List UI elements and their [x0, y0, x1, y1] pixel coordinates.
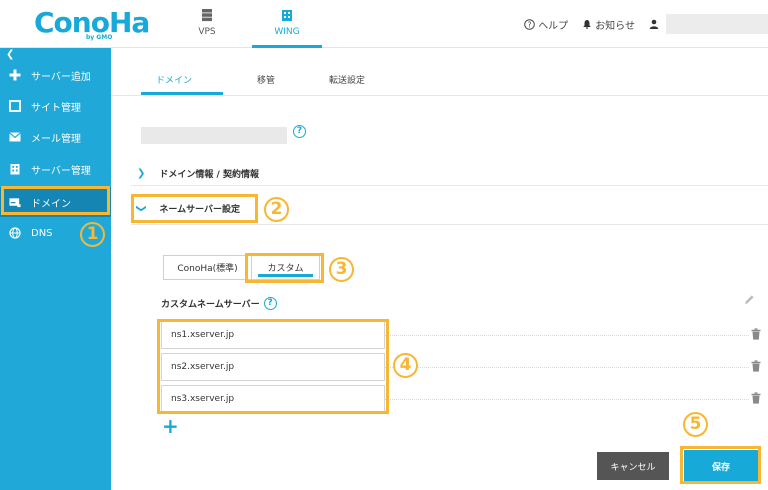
user-icon [649, 19, 659, 29]
highlight-nameserver-section [131, 194, 258, 223]
notice-label: お知らせ [595, 20, 635, 32]
sidebar-item-server[interactable]: サーバー管理 [0, 154, 111, 184]
plus-icon [9, 69, 21, 81]
header-right: ? ヘルプ お知らせ [524, 0, 768, 48]
notice-link[interactable]: お知らせ [582, 17, 635, 32]
tab-transfer[interactable]: 移管 [257, 73, 275, 86]
help-link[interactable]: ? ヘルプ [524, 17, 568, 32]
server-icon [202, 9, 212, 22]
nav-vps[interactable]: VPS [172, 0, 242, 48]
nav-wing-label: WING [274, 27, 300, 37]
row-guide [385, 367, 749, 368]
building-icon [9, 163, 21, 175]
step-badge-3: 3 [329, 257, 354, 282]
sidebar-item-label: サーバー追加 [31, 71, 91, 83]
domain-tabs: ドメイン 移管 転送設定 [111, 48, 768, 96]
sidebar: ❮ サーバー追加 サイト管理 メール管理 サーバー管理 ドメイン DNS [0, 48, 111, 490]
section-domain-info[interactable]: ❯ ドメイン情報 / 契約情報 [131, 165, 768, 181]
nav-vps-label: VPS [198, 27, 216, 37]
highlight-save-button [680, 446, 761, 484]
logo-sub-text: by GMO [86, 34, 113, 41]
trash-icon[interactable] [751, 392, 761, 404]
tab-active-indicator [141, 92, 223, 95]
help-icon: ? [524, 18, 535, 30]
top-header: ConoHa by GMO VPS WING ? ヘルプ お知らせ [0, 0, 768, 48]
chevron-left-icon[interactable]: ❮ [6, 50, 14, 60]
highlight-custom-button [245, 253, 324, 283]
main-content: ドメイン 移管 転送設定 ? ❯ ドメイン情報 / 契約情報 ❯ ネームサーバー… [111, 48, 768, 490]
section-domain-info-label: ドメイン情報 / 契約情報 [159, 169, 259, 180]
sidebar-item-site[interactable]: サイト管理 [0, 91, 111, 121]
mail-icon [9, 131, 21, 143]
trash-icon[interactable] [751, 328, 761, 340]
window-icon [9, 100, 21, 112]
user-name-box [666, 14, 768, 34]
tab-domain[interactable]: ドメイン [156, 73, 192, 86]
help-label: ヘルプ [538, 20, 569, 32]
step-badge-5: 5 [683, 412, 708, 437]
cancel-button[interactable]: キャンセル [597, 452, 669, 480]
user-menu[interactable] [649, 14, 768, 34]
row-guide [385, 335, 749, 336]
custom-ns-label: カスタムネームサーバー [161, 300, 260, 310]
step-badge-1: 1 [80, 222, 105, 247]
highlight-domain-menu [1, 186, 110, 215]
sidebar-item-label: サーバー管理 [31, 165, 91, 177]
nav-wing[interactable]: WING [252, 0, 322, 48]
bell-icon [583, 20, 591, 29]
add-nameserver-button[interactable]: + [162, 416, 179, 436]
sidebar-item-add-server[interactable]: サーバー追加 [0, 60, 111, 90]
building-icon [282, 10, 292, 21]
globe-icon [9, 227, 21, 239]
trash-icon[interactable] [751, 360, 761, 372]
sidebar-item-label: DNS [31, 227, 53, 239]
tab-forward[interactable]: 転送設定 [329, 73, 365, 86]
domain-name-placeholder [141, 127, 287, 144]
divider [131, 224, 768, 225]
help-icon[interactable]: ? [263, 297, 277, 310]
help-icon[interactable]: ? [293, 125, 306, 138]
sidebar-item-mail[interactable]: メール管理 [0, 122, 111, 152]
custom-ns-heading: カスタムネームサーバー ? [161, 297, 277, 310]
sidebar-item-label: メール管理 [31, 133, 81, 145]
ns-standard-button[interactable]: ConoHa(標準) [163, 255, 252, 280]
sidebar-item-label: サイト管理 [31, 102, 81, 114]
svg-text:?: ? [528, 20, 532, 29]
pencil-icon[interactable] [744, 294, 755, 305]
row-guide [385, 399, 749, 400]
highlight-nameserver-inputs [157, 319, 389, 414]
step-badge-4: 4 [393, 353, 418, 378]
chevron-right-icon: ❯ [137, 167, 146, 179]
divider [131, 185, 768, 186]
step-badge-2: 2 [264, 197, 289, 222]
